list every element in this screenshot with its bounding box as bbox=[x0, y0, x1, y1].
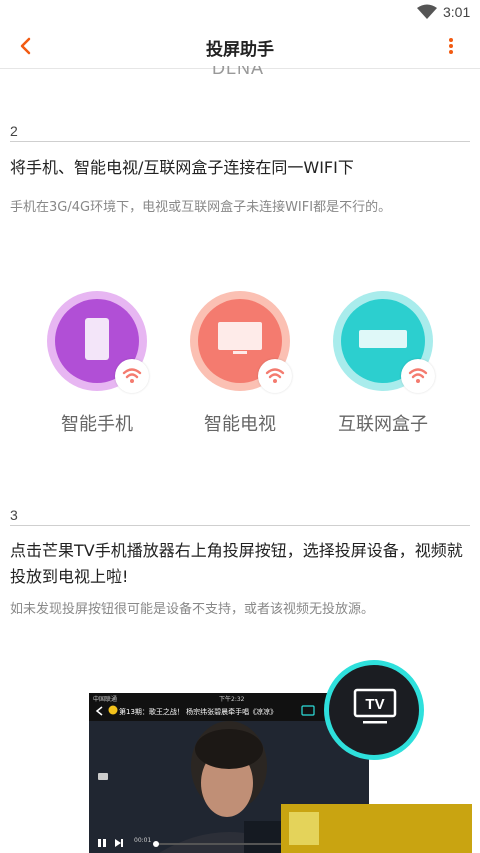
smartphone-label: 智能手机 bbox=[61, 414, 133, 435]
step-2-number: 2 bbox=[10, 123, 18, 139]
wifi-icon bbox=[265, 368, 285, 383]
smart-tv-label: 智能电视 bbox=[204, 414, 276, 435]
ad-thumbnail-image bbox=[289, 812, 319, 845]
app-bar: 投屏助手 bbox=[0, 24, 480, 69]
step-3-divider bbox=[10, 525, 470, 526]
tv-cast-icon: TV bbox=[353, 688, 397, 724]
wifi-badge bbox=[115, 359, 149, 393]
wifi-badge bbox=[401, 359, 435, 393]
step-2-description: 手机在3G/4G环境下，电视或互联网盒子未连接WIFI都是不行的。 bbox=[10, 200, 392, 215]
pause-icon bbox=[98, 839, 106, 847]
wifi-signal-icon bbox=[417, 4, 437, 19]
smart-tv-device bbox=[190, 291, 292, 393]
tv-icon bbox=[218, 322, 262, 354]
wifi-icon bbox=[408, 368, 428, 383]
video-title: 第13期：歌王之战！ 杨宗纬张碧晨牵手唱《凉凉》 bbox=[119, 708, 278, 716]
step-3-description: 如未发现投屏按钮很可能是设备不支持，或者该视频无投放源。 bbox=[10, 602, 375, 617]
set-top-box-icon bbox=[359, 330, 407, 348]
ad-banner[interactable] bbox=[281, 804, 472, 853]
step-2-divider bbox=[10, 141, 470, 142]
tv-label: TV bbox=[365, 696, 384, 713]
more-options-icon[interactable] bbox=[446, 36, 456, 56]
internet-box-device bbox=[333, 291, 435, 393]
wifi-icon bbox=[122, 368, 142, 383]
internet-box-label: 互联网盒子 bbox=[338, 414, 428, 435]
status-time: 3:01 bbox=[443, 4, 471, 20]
video-clock: 下午2:32 bbox=[219, 696, 245, 703]
page-title: 投屏助手 bbox=[206, 40, 274, 60]
video-time: 00:01 bbox=[134, 837, 152, 844]
cast-icon bbox=[301, 705, 315, 716]
smartphone-device bbox=[47, 291, 149, 393]
step-2-title: 将手机、智能电视/互联网盒子连接在同一WIFI下 bbox=[10, 158, 354, 177]
progress-handle-icon bbox=[153, 841, 159, 847]
status-bar: 3:01 bbox=[0, 0, 480, 24]
smartphone-icon bbox=[85, 318, 109, 360]
tv-cast-button-illustration: TV bbox=[324, 660, 424, 760]
lock-screen-icon bbox=[98, 773, 108, 780]
episode-badge-icon bbox=[108, 705, 118, 715]
video-back-icon bbox=[95, 706, 103, 716]
step-3-title: 点击芒果TV手机播放器右上角投屏按钮，选择投屏设备，视频就投放到电视上啦! bbox=[10, 541, 463, 586]
next-icon bbox=[115, 839, 123, 847]
step-3-number: 3 bbox=[10, 507, 18, 523]
wifi-badge bbox=[258, 359, 292, 393]
video-carrier: 中国联通 bbox=[93, 696, 118, 703]
